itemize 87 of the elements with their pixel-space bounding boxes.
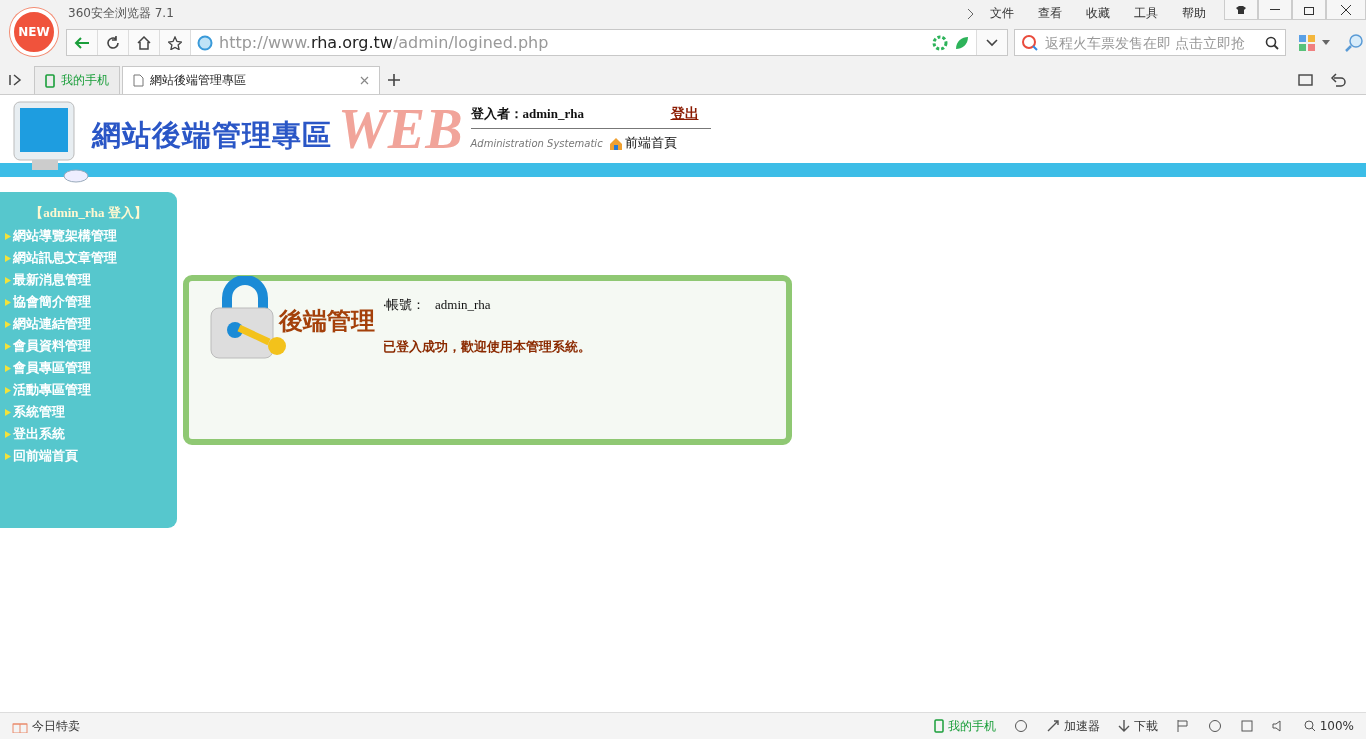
minimize-icon [1270,9,1280,10]
browser-tab[interactable]: 我的手机 [34,66,120,94]
panel-title: 後端管理 [279,307,375,336]
sidebar-link[interactable]: 最新消息管理 [0,269,177,291]
plus-icon [388,73,400,86]
account-label: ‧帳號： [383,296,425,314]
maximize-button[interactable] [1292,0,1326,20]
document-icon [133,74,144,87]
close-icon [360,76,369,85]
bullet-icon [5,254,11,262]
close-icon [1340,3,1352,16]
sidebar-link[interactable]: 會員專區管理 [0,357,177,379]
reload-icon [106,35,120,50]
accelerator-button[interactable]: 加速器 [1045,717,1100,735]
bullet-icon [5,298,11,306]
home-button[interactable] [129,30,160,55]
phone-icon [933,719,944,733]
apps-icon [1298,33,1316,52]
menu-item[interactable]: 帮助 [1170,5,1218,23]
bullet-icon [5,430,11,438]
bullet-icon [5,452,11,460]
user-label: 登入者： [470,104,523,123]
download-icon [1117,719,1130,733]
browser-title: 360安全浏览器 7.1 [68,5,174,23]
undo-icon [1330,72,1346,87]
home-link[interactable]: 前端首頁 [608,134,677,152]
download-button[interactable]: 下載 [1117,717,1158,735]
flag-icon [1175,719,1190,733]
logo-word: WEB [338,99,463,159]
back-arrow-icon [74,35,90,50]
sidebar-link[interactable]: 會員資料管理 [0,335,177,357]
sidebar-link[interactable]: 協會簡介管理 [0,291,177,313]
reload-button[interactable] [98,30,129,55]
user-name: admin_rha [522,105,584,122]
daily-deal-link[interactable]: 今日特卖 [12,717,80,735]
close-button[interactable] [1326,0,1366,20]
bullet-icon [5,342,11,350]
phone-link[interactable]: 我的手机 [933,717,996,735]
sidebar-link[interactable]: 網站導覽架構管理 [0,225,177,247]
house-icon [608,136,623,150]
bullet-icon [5,364,11,372]
subtitle: Administration Systematic [470,137,603,149]
bullet-icon [5,408,11,416]
skin-button[interactable] [1224,0,1258,20]
favorite-button[interactable] [160,30,191,55]
window-icon [1298,72,1314,87]
menu-item[interactable]: 收藏 [1074,5,1122,23]
home-icon [137,35,151,50]
browser-tab[interactable]: 網站後端管理專區 [122,66,380,94]
search-icon [1303,720,1316,732]
bullet-icon [5,276,11,284]
search-field[interactable]: 返程火车票发售在即 点击立即抢 [1014,29,1286,56]
chevron-right-icon [966,7,974,20]
url-text: http://www.rha.org.tw/admin/logined.php [219,33,549,52]
sidebar-link[interactable]: 回前端首頁 [0,445,177,467]
dropdown-button[interactable] [976,30,1007,55]
globe-icon [197,34,213,51]
sidebar-link[interactable]: 網站訊息文章管理 [0,247,177,269]
phone-icon [45,73,55,88]
sidebar-link[interactable]: 登出系統 [0,423,177,445]
sidebar-link[interactable]: 活動專區管理 [0,379,177,401]
menu-item[interactable]: 查看 [1026,5,1074,23]
window-icon [1239,719,1254,733]
chevron-down-icon [986,38,998,47]
bullet-icon [5,386,11,394]
sidebar-heading: 【admin_rha 登入】 [29,204,148,222]
star-icon [168,35,182,50]
bullet-icon [5,232,11,240]
new-badge[interactable]: NEW [10,8,58,56]
menu-item[interactable]: 工具 [1122,5,1170,23]
sidebar-link[interactable]: 網站連結管理 [0,313,177,335]
account-value: admin_rha [435,296,491,313]
caret-icon [1322,39,1330,46]
sidebar-toggle-icon [8,73,22,86]
menu-item[interactable]: 文件 [978,5,1026,23]
bullet-icon [5,320,11,328]
site-title: 網站後端管理專區 [92,118,332,153]
shirt-icon [1235,4,1247,15]
maximize-icon [1303,4,1315,15]
search-icon [1265,35,1279,50]
success-message: 已登入成功，歡迎使用本管理系統。 [383,338,591,356]
search-engine-icon [1021,33,1039,52]
zoom-level[interactable]: 100% [1303,719,1354,733]
magnifier-icon [1344,32,1364,53]
leaf-icon [954,34,970,51]
sidebar-link[interactable]: 系統管理 [0,401,177,423]
logout-link[interactable]: 登出 [670,104,699,123]
